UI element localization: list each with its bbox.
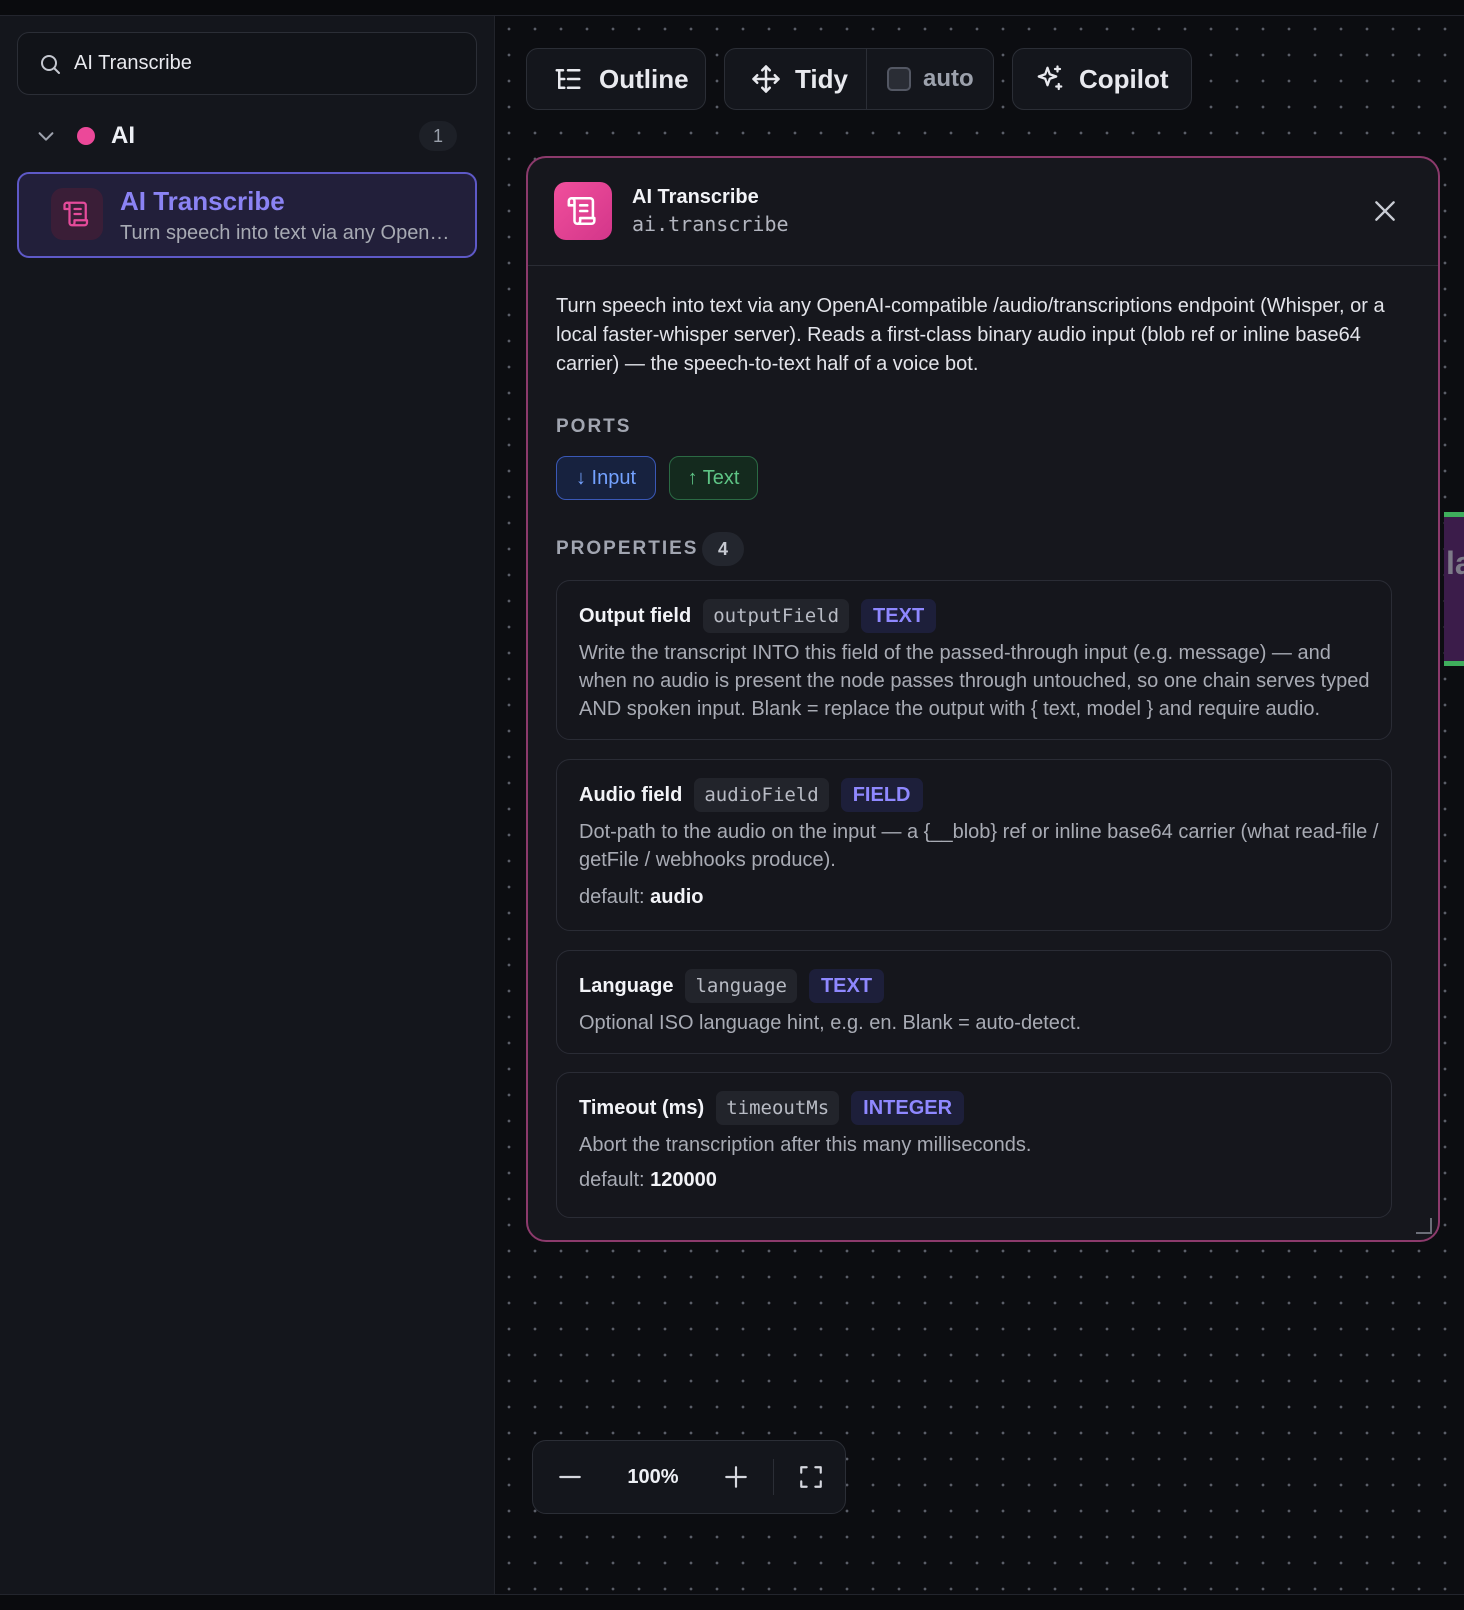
zoom-level: 100% [627, 1465, 679, 1488]
property-key: language [685, 969, 797, 1003]
default-prefix: default: [579, 1169, 645, 1191]
property-key: outputField [703, 599, 850, 633]
auto-label: auto [923, 65, 974, 92]
property-description: Dot-path to the audio on the input — a {… [579, 821, 1379, 871]
copilot-button[interactable]: Copilot [1012, 48, 1192, 110]
panel-description: Turn speech into text via any OpenAI-com… [556, 295, 1385, 375]
property-type-badge: FIELD [840, 778, 923, 812]
node-item-title: AI Transcribe [120, 186, 285, 216]
resize-handle[interactable] [1416, 1218, 1432, 1234]
property-label: Audio field [579, 783, 683, 806]
top-window-strip [0, 0, 1464, 16]
category-label: AI [111, 122, 135, 149]
category-color-dot [77, 127, 95, 145]
outline-button-label: Outline [599, 63, 689, 94]
node-search-box[interactable] [17, 32, 477, 95]
panel-header: AI Transcribe ai.transcribe [528, 158, 1438, 266]
property-label: Timeout (ms) [579, 1096, 705, 1119]
property-card-output-field: Output field outputField TEXT Write the … [556, 580, 1392, 740]
node-list-item-ai-transcribe[interactable]: AI Transcribe Turn speech into text via … [17, 172, 477, 258]
property-description: Abort the transcription after this many … [579, 1134, 1032, 1156]
category-row-ai[interactable]: AI 1 [17, 112, 477, 160]
tidy-control-group: Tidy auto [724, 48, 994, 110]
property-description: Optional ISO language hint, e.g. en. Bla… [579, 1012, 1082, 1034]
node-library-sidebar: AI 1 AI Transcribe Turn speech into text… [0, 16, 495, 1594]
default-value: audio [650, 886, 704, 908]
ports-heading: PORTS [556, 416, 632, 437]
input-port-chip[interactable]: ↓ Input [556, 456, 656, 500]
property-label: Output field [579, 604, 692, 627]
scroll-icon [567, 196, 596, 226]
auto-checkbox[interactable] [887, 67, 911, 91]
default-value: 120000 [650, 1169, 717, 1191]
zoom-in-icon[interactable] [723, 1464, 749, 1490]
tidy-button[interactable]: Tidy [725, 49, 867, 109]
tidy-button-label: Tidy [795, 63, 848, 94]
search-icon [41, 54, 60, 74]
chevron-down-icon[interactable] [35, 125, 57, 147]
node-detail-panel: AI Transcribe ai.transcribe Turn speech … [526, 156, 1440, 1242]
panel-node-icon [554, 182, 612, 240]
output-port-chip[interactable]: ↑ Text [669, 456, 758, 500]
outline-button[interactable]: Outline [526, 48, 706, 110]
property-card-audio-field: Audio field audioField FIELD Dot-path to… [556, 759, 1392, 931]
sparkles-icon [1037, 65, 1063, 91]
search-input[interactable] [74, 52, 454, 75]
property-default: default: audio [579, 886, 704, 909]
partial-node-label: la [1446, 545, 1464, 581]
property-description: Write the transcript INTO this field of … [579, 642, 1370, 720]
partially-visible-node[interactable]: la [1444, 512, 1464, 666]
fit-view-icon[interactable] [798, 1464, 824, 1490]
copilot-button-label: Copilot [1079, 63, 1169, 94]
move-arrows-icon [752, 65, 780, 93]
scroll-icon [63, 201, 89, 227]
property-label: Language [579, 974, 674, 997]
property-default: default: 120000 [579, 1169, 717, 1192]
properties-heading: PROPERTIES [556, 538, 699, 559]
zoom-controls: 100% [532, 1440, 846, 1514]
property-type-badge: INTEGER [851, 1091, 965, 1125]
category-count-badge: 1 [419, 121, 457, 151]
property-type-badge: TEXT [861, 599, 937, 633]
panel-node-name: AI Transcribe [632, 186, 759, 208]
node-icon-tile [51, 188, 103, 240]
flow-canvas[interactable]: Outline Tidy auto Copilot la AI Transcri… [496, 16, 1464, 1594]
property-key: timeoutMs [716, 1091, 840, 1125]
properties-count-badge: 4 [702, 532, 744, 566]
auto-tidy-toggle[interactable]: auto [867, 65, 974, 93]
zoom-out-icon[interactable] [557, 1464, 583, 1490]
bottom-window-strip [0, 1594, 1464, 1610]
node-item-description: Turn speech into text via any OpenAI... [120, 222, 460, 244]
property-type-badge: TEXT [808, 969, 885, 1003]
close-icon[interactable] [1372, 198, 1398, 224]
zoom-divider [773, 1459, 774, 1495]
panel-node-type: ai.transcribe [632, 212, 789, 236]
property-card-timeout: Timeout (ms) timeoutMs INTEGER Abort the… [556, 1072, 1392, 1218]
outline-list-icon [555, 69, 581, 89]
default-prefix: default: [579, 886, 645, 908]
property-key: audioField [694, 778, 829, 812]
property-card-language: Language language TEXT Optional ISO lang… [556, 950, 1392, 1054]
